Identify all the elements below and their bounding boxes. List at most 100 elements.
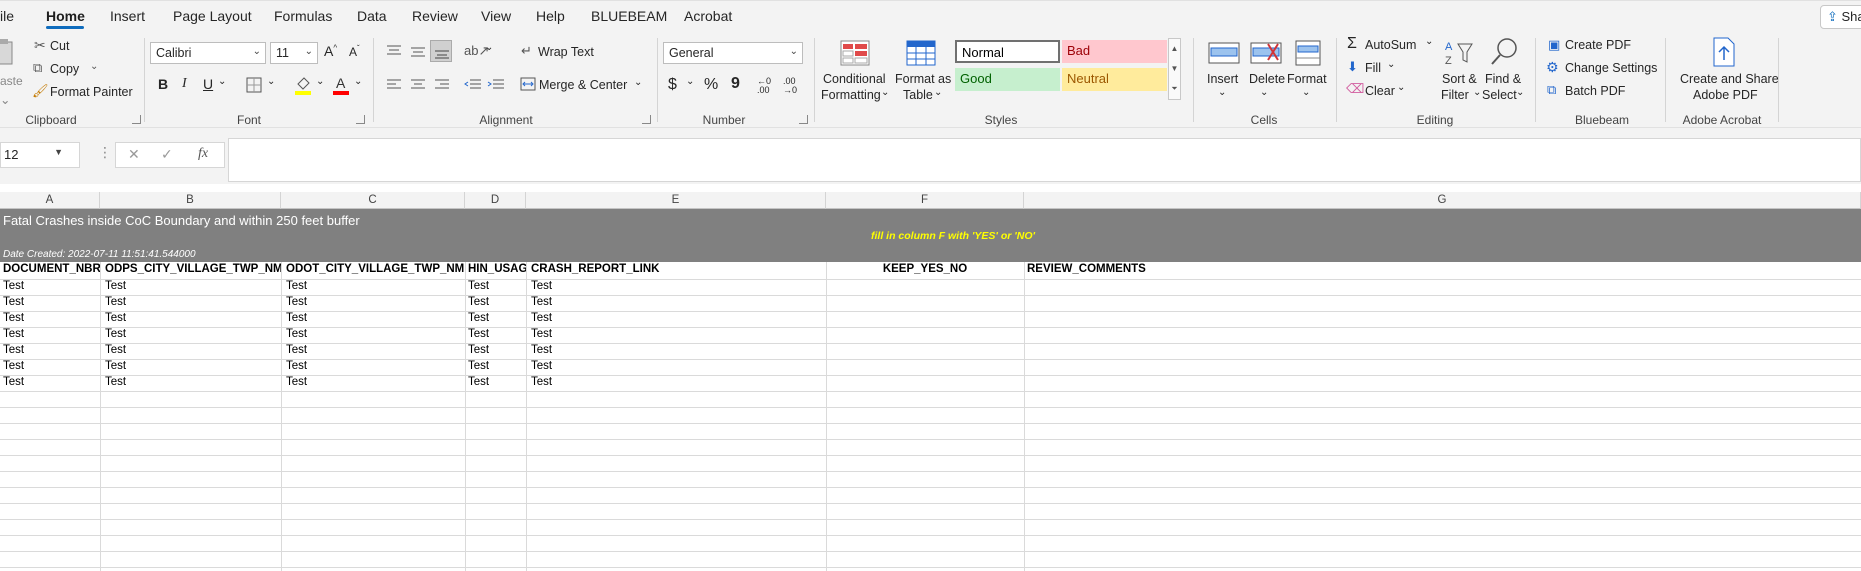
create-share-pdf-button[interactable]: Create and Share	[1680, 72, 1779, 86]
data-cell[interactable]: Test	[528, 327, 826, 343]
data-cell[interactable]: Test	[465, 311, 526, 327]
data-cell[interactable]	[826, 279, 1024, 295]
data-cell[interactable]: Test	[283, 343, 465, 359]
delete-button[interactable]: Delete	[1249, 72, 1285, 86]
decrease-decimal-icon[interactable]: .00 →0	[783, 77, 797, 95]
data-cell[interactable]: Test	[102, 359, 281, 375]
copy-dropdown-icon[interactable]: ⌄	[90, 61, 98, 72]
format-as-table-dropdown-icon[interactable]: ⌄	[934, 87, 942, 98]
style-normal[interactable]: Normal	[955, 40, 1060, 63]
data-cell[interactable]: Test	[0, 343, 100, 359]
tab-home[interactable]: Home	[46, 8, 85, 24]
align-middle-icon[interactable]	[410, 44, 426, 58]
data-cell[interactable]: Test	[465, 343, 526, 359]
tab-formulas[interactable]: Formulas	[274, 8, 332, 24]
enter-icon[interactable]: ✓	[161, 146, 173, 163]
font-name-dropdown[interactable]: Calibri ⌄	[150, 42, 266, 64]
data-cell[interactable]: Test	[102, 279, 281, 295]
column-header-a[interactable]: A	[0, 192, 100, 209]
data-cell[interactable]	[1024, 311, 1324, 327]
data-cell[interactable]: Test	[0, 311, 100, 327]
more-styles-icon[interactable]: ⏷	[1169, 79, 1180, 99]
column-header-g[interactable]: G	[1024, 192, 1861, 209]
underline-button[interactable]: U	[203, 76, 213, 92]
data-cell[interactable]: Test	[102, 327, 281, 343]
data-cell[interactable]	[826, 311, 1024, 327]
data-cell[interactable]: Test	[528, 279, 826, 295]
data-cell[interactable]	[826, 295, 1024, 311]
column-header-d[interactable]: D	[465, 192, 526, 209]
style-good[interactable]: Good	[955, 68, 1060, 91]
merge-dropdown-icon[interactable]: ⌄	[634, 77, 642, 88]
data-cell[interactable]: Test	[0, 327, 100, 343]
data-cell[interactable]: Test	[0, 279, 100, 295]
data-cell[interactable]	[1024, 359, 1324, 375]
conditional-dropdown-icon[interactable]: ⌄	[881, 87, 889, 98]
data-cell[interactable]: Test	[283, 311, 465, 327]
delete-dropdown-icon[interactable]: ⌄	[1260, 87, 1268, 98]
sort-filter-button[interactable]: Sort &	[1442, 72, 1477, 86]
cancel-icon[interactable]: ✕	[128, 146, 140, 163]
batch-pdf-button[interactable]: Batch PDF	[1565, 84, 1625, 98]
name-box[interactable]: 12 ▼	[0, 142, 80, 168]
font-size-dropdown[interactable]: 11 ⌄	[270, 42, 318, 64]
data-cell[interactable]	[1024, 327, 1324, 343]
format-painter-button[interactable]: Format Painter	[50, 85, 133, 99]
data-cell[interactable]: Test	[528, 295, 826, 311]
data-cell[interactable]: Test	[465, 327, 526, 343]
more-options-icon[interactable]: ⋮	[98, 144, 112, 161]
fill-color-dropdown-icon[interactable]: ⌄	[316, 76, 324, 87]
fill-color-icon[interactable]	[294, 74, 312, 96]
data-cell[interactable]	[1024, 279, 1324, 295]
data-cell[interactable]	[826, 327, 1024, 343]
bold-button[interactable]: B	[158, 76, 168, 92]
align-left-icon[interactable]	[386, 78, 402, 92]
font-color-dropdown-icon[interactable]: ⌄	[354, 76, 362, 87]
comma-style-button[interactable]: 9	[731, 75, 740, 93]
style-neutral[interactable]: Neutral	[1062, 68, 1167, 91]
sort-filter-dropdown-icon[interactable]: ⌄	[1473, 87, 1481, 98]
underline-dropdown-icon[interactable]: ⌄	[218, 76, 226, 87]
align-right-icon[interactable]	[434, 78, 450, 92]
data-cell[interactable]	[826, 375, 1024, 391]
paste-button[interactable]: aste	[0, 74, 23, 88]
sheet-title-banner[interactable]: Fatal Crashes inside CoC Boundary and wi…	[0, 209, 1861, 262]
format-button[interactable]: Format	[1287, 72, 1327, 86]
find-select-button[interactable]: Find &	[1485, 72, 1521, 86]
data-cell[interactable]: Test	[283, 375, 465, 391]
increase-font-size-icon[interactable]: A^	[324, 43, 337, 59]
tab-review[interactable]: Review	[412, 8, 458, 24]
data-cell[interactable]	[826, 343, 1024, 359]
data-cell[interactable]: Test	[528, 311, 826, 327]
create-pdf-button[interactable]: Create PDF	[1565, 38, 1631, 52]
format-dropdown-icon[interactable]: ⌄	[1302, 87, 1310, 98]
data-cell[interactable]: Test	[465, 295, 526, 311]
column-header-e[interactable]: E	[526, 192, 826, 209]
data-cell[interactable]: Test	[528, 343, 826, 359]
share-button[interactable]: ⇪ Sha	[1820, 5, 1861, 29]
alignment-launcher-icon[interactable]	[642, 115, 651, 124]
data-cell[interactable]: Test	[465, 279, 526, 295]
font-launcher-icon[interactable]	[356, 115, 365, 124]
formula-input[interactable]	[228, 138, 1861, 182]
borders-dropdown-icon[interactable]: ⌄	[267, 76, 275, 87]
data-cell[interactable]: Test	[283, 359, 465, 375]
data-cell[interactable]: Test	[528, 359, 826, 375]
insert-function-icon[interactable]: fx	[198, 146, 208, 162]
autosum-dropdown-icon[interactable]: ⌄	[1425, 36, 1433, 47]
data-cell[interactable]: Test	[102, 311, 281, 327]
worksheet-grid[interactable]: A B C D E F G Fatal Crashes inside CoC B…	[0, 192, 1861, 571]
tab-acrobat[interactable]: Acrobat	[684, 8, 732, 24]
data-cell[interactable]: Test	[0, 295, 100, 311]
style-bad[interactable]: Bad	[1062, 40, 1167, 63]
autosum-button[interactable]: AutoSum	[1365, 38, 1416, 52]
font-color-icon[interactable]: A	[332, 74, 350, 96]
currency-dropdown-icon[interactable]: ⌄	[686, 76, 694, 87]
column-header-f[interactable]: F	[826, 192, 1024, 209]
clear-button[interactable]: Clear	[1365, 84, 1395, 98]
data-cell[interactable]	[1024, 375, 1324, 391]
chevron-down-icon[interactable]: ▼	[1169, 59, 1180, 79]
find-select-dropdown-icon[interactable]: ⌄	[1516, 87, 1524, 98]
align-top-icon[interactable]	[386, 44, 402, 58]
header-cell[interactable]: HIN_USAGE	[465, 262, 526, 278]
